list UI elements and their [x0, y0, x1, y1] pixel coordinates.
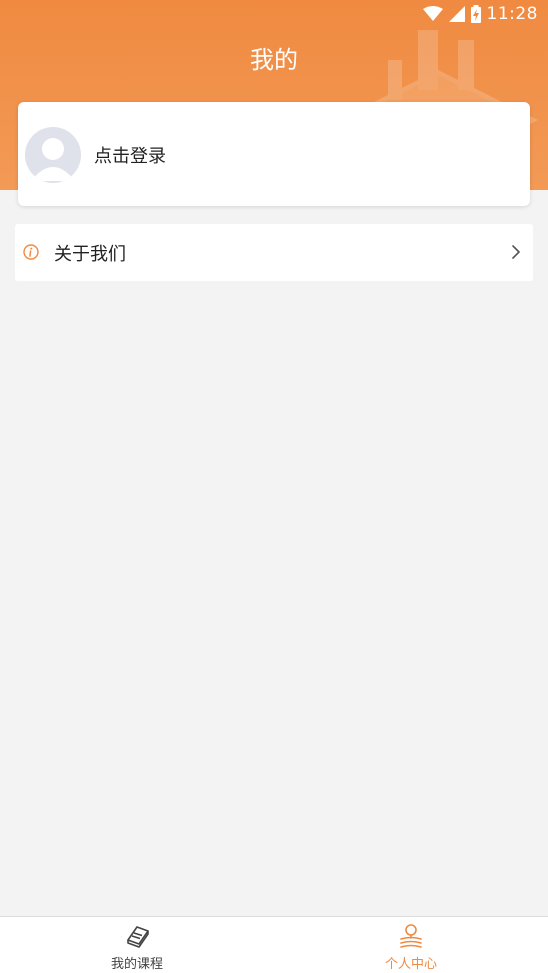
- tab-label: 个人中心: [384, 957, 437, 972]
- page-title: 我的: [250, 46, 298, 74]
- status-bar: 11:28: [0, 0, 548, 28]
- login-link[interactable]: 点击登录: [94, 142, 166, 168]
- chevron-right-icon: [512, 245, 520, 259]
- cell-signal-icon: [448, 6, 465, 22]
- tab-personal-center[interactable]: 个人中心: [274, 917, 548, 973]
- wifi-icon: [422, 6, 443, 21]
- person-reading-icon: [400, 924, 422, 948]
- bottom-tab-bar: 我的课程 个人中心: [0, 916, 548, 973]
- profile-card[interactable]: 点击登录: [18, 102, 530, 206]
- status-icons: 11:28: [422, 3, 539, 25]
- book-icon: [127, 926, 149, 948]
- battery-charging-icon: [470, 5, 481, 23]
- tab-label: 我的课程: [110, 957, 163, 972]
- tab-my-courses[interactable]: 我的课程: [0, 917, 274, 973]
- default-avatar-icon[interactable]: [25, 127, 81, 183]
- menu-item-about-us[interactable]: 关于我们: [15, 224, 533, 281]
- status-time: 11:28: [486, 4, 538, 24]
- info-icon: [23, 244, 39, 260]
- menu-item-label: 关于我们: [54, 244, 126, 265]
